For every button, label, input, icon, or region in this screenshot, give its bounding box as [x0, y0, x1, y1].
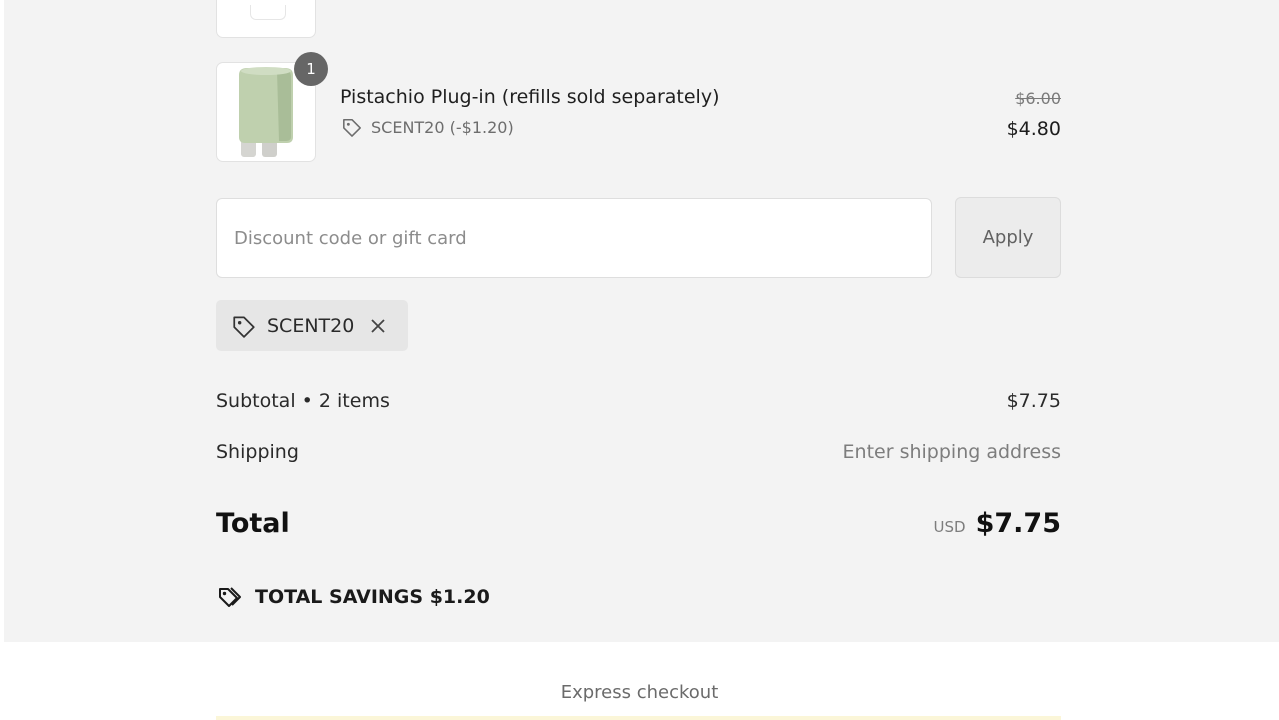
- total-savings-text: TOTAL SAVINGS $1.20: [255, 586, 490, 608]
- currency-code: USD: [933, 518, 966, 536]
- subtotal-value: $7.75: [1006, 390, 1061, 412]
- total-amount: $7.75: [975, 508, 1061, 539]
- original-price: $6.00: [1015, 89, 1061, 108]
- express-checkout-button-edge[interactable]: [216, 716, 1061, 720]
- savings-tag-icon: [219, 587, 241, 607]
- product-image-placeholder: [250, 5, 286, 20]
- sale-price: $4.80: [1006, 118, 1061, 140]
- summary-edge: [0, 0, 4, 642]
- total-value-group: USD $7.75: [934, 508, 1061, 539]
- tag-icon: [233, 315, 255, 338]
- close-icon: [371, 318, 385, 333]
- shipping-label: Shipping: [216, 441, 299, 463]
- remove-discount-button[interactable]: [370, 318, 386, 334]
- total-savings: TOTAL SAVINGS $1.20: [216, 584, 490, 610]
- applied-discount-code: SCENT20: [267, 314, 355, 337]
- subtotal-label: Subtotal • 2 items: [216, 390, 390, 412]
- checkout-footer: Express checkout: [0, 642, 1279, 720]
- shipping-value: Enter shipping address: [842, 441, 1061, 463]
- total-label: Total: [216, 508, 290, 539]
- express-checkout-label: Express checkout: [560, 682, 719, 703]
- tag-icon: [343, 118, 361, 137]
- product-title: Pistachio Plug-in (refills sold separate…: [340, 86, 720, 108]
- product-thumbnail-previous: [216, 0, 316, 38]
- quantity-badge: 1: [294, 52, 328, 86]
- product-discount-text: SCENT20 (-$1.20): [371, 117, 514, 137]
- apply-discount-button[interactable]: Apply: [955, 197, 1061, 278]
- applied-discount-chip: SCENT20: [216, 300, 408, 351]
- product-discount-line: SCENT20 (-$1.20): [341, 117, 514, 137]
- discount-code-input[interactable]: [216, 198, 932, 278]
- order-summary: 1 Pistachio Plug-in (refills sold separa…: [0, 0, 1279, 642]
